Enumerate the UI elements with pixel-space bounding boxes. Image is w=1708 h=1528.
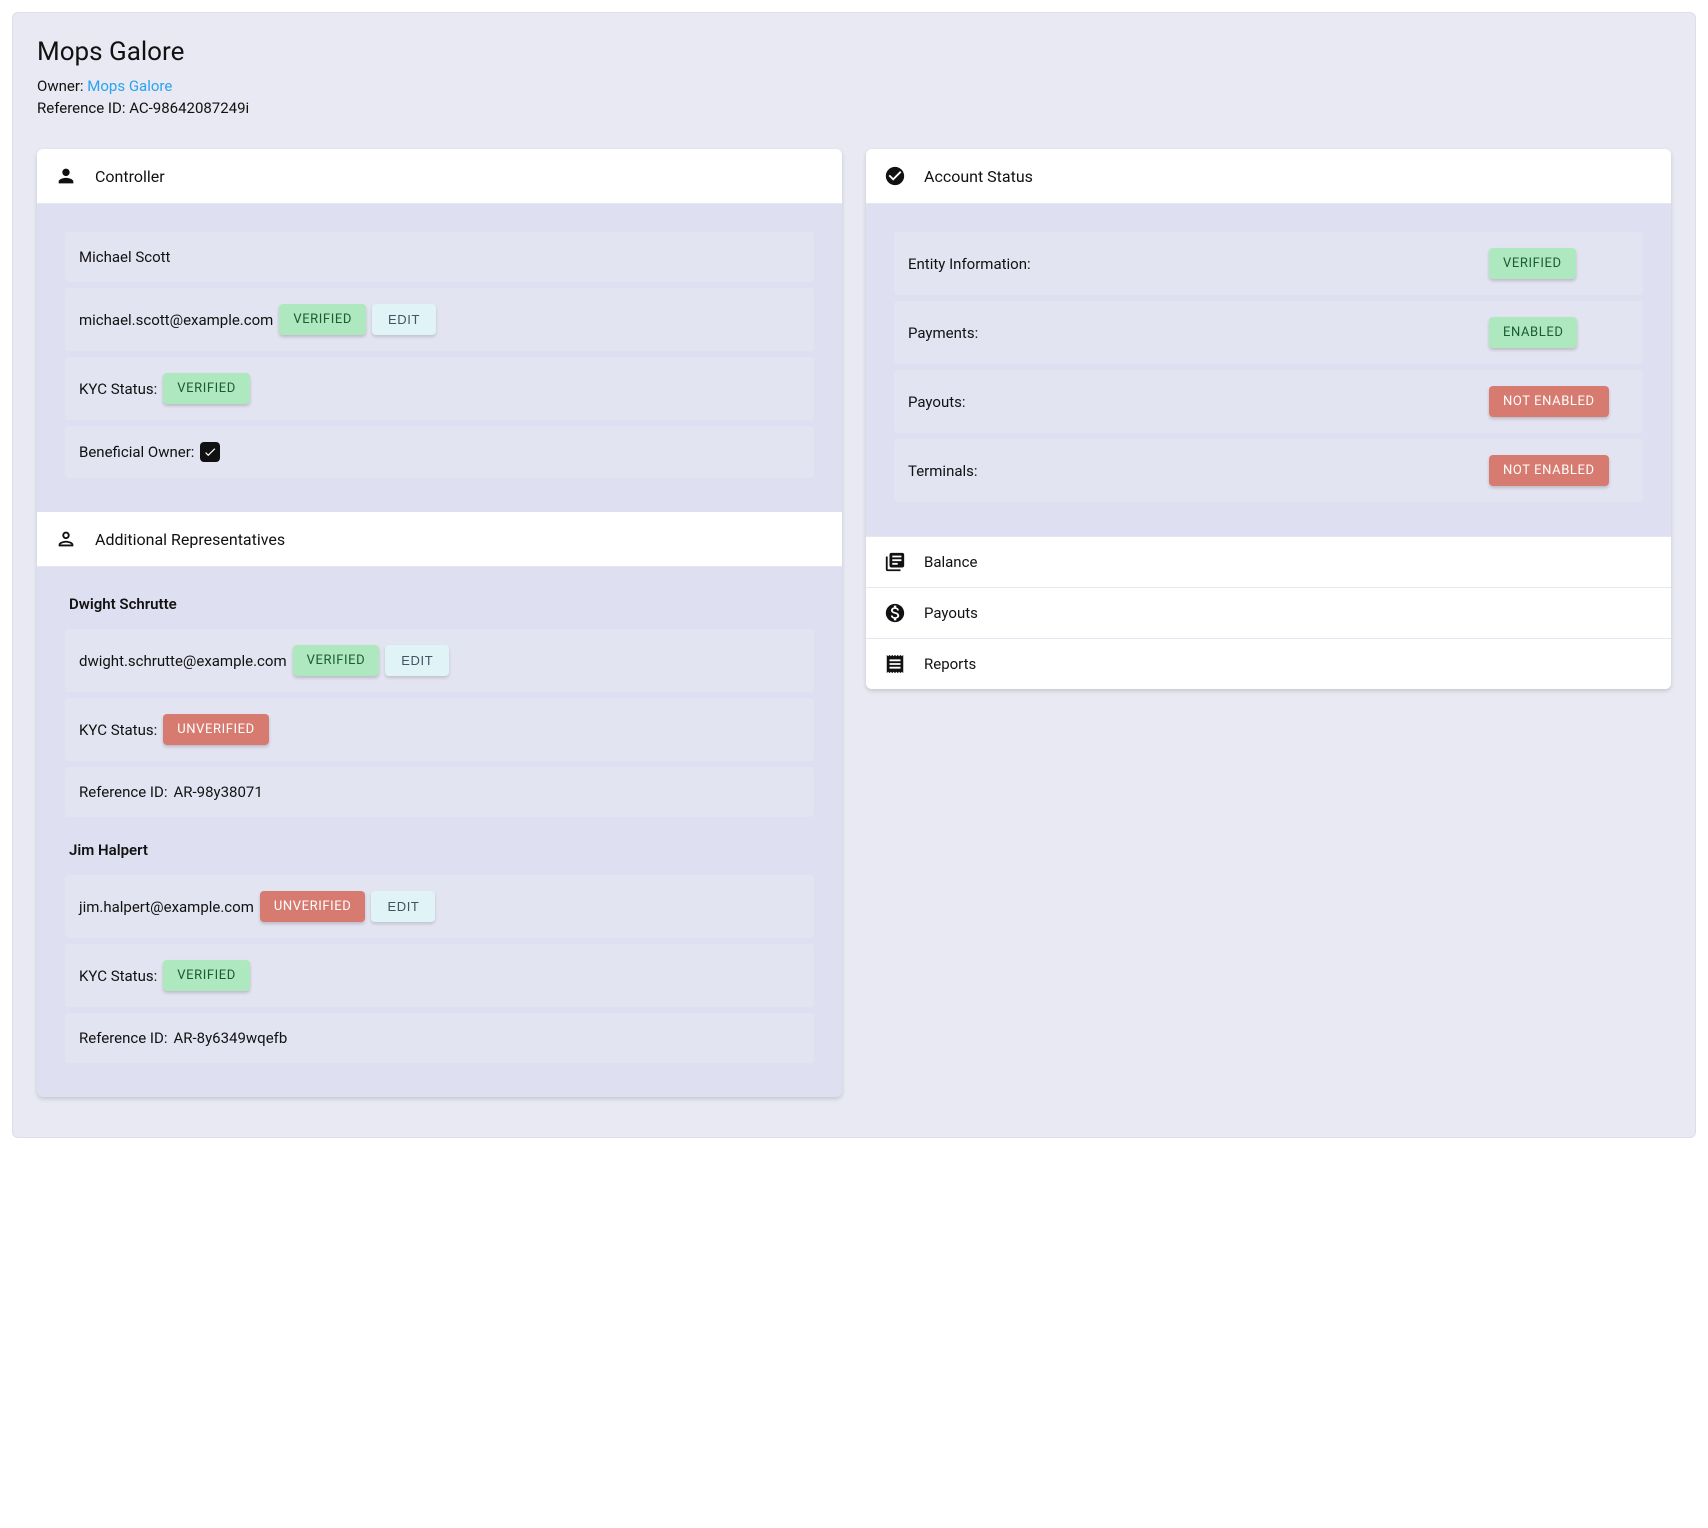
rep-email-status-badge: UNVERIFIED: [260, 891, 366, 922]
library-books-icon: [884, 551, 906, 573]
account-status-body: Entity Information: VERIFIED Payments: E…: [866, 204, 1671, 536]
person-outline-icon: [55, 528, 77, 550]
status-badge: ENABLED: [1489, 317, 1577, 348]
status-row-payouts: Payouts: NOT ENABLED: [894, 370, 1643, 433]
controller-name-row: Michael Scott: [65, 232, 814, 282]
status-row-terminals: Terminals: NOT ENABLED: [894, 439, 1643, 502]
rep-email: dwight.schrutte@example.com: [79, 652, 287, 670]
monetization-icon: [884, 602, 906, 624]
rep-email-status-badge: VERIFIED: [293, 645, 380, 676]
rep-kyc-label: KYC Status:: [79, 721, 157, 739]
rep-edit-button[interactable]: EDIT: [385, 645, 449, 676]
owner-line: Owner: Mops Galore: [37, 77, 1671, 95]
additional-reps-label: Additional Representatives: [95, 530, 285, 549]
rep-ref-value: AR-98y38071: [173, 783, 262, 801]
reference-line: Reference ID: AC-98642087249i: [37, 99, 1671, 117]
status-row-entity: Entity Information: VERIFIED: [894, 232, 1643, 295]
controller-label: Controller: [95, 167, 165, 186]
additional-reps-header[interactable]: Additional Representatives: [37, 512, 842, 567]
columns: Controller Michael Scott michael.scott@e…: [37, 149, 1671, 1097]
controller-card: Controller Michael Scott michael.scott@e…: [37, 149, 842, 1097]
rep-ref-value: AR-8y6349wqefb: [173, 1029, 287, 1047]
left-column: Controller Michael Scott michael.scott@e…: [37, 149, 842, 1097]
status-row-label: Payouts:: [908, 393, 966, 411]
rep-ref-row: Reference ID: AR-98y38071: [65, 767, 814, 817]
accordion-payouts[interactable]: Payouts: [866, 587, 1671, 638]
controller-email-row: michael.scott@example.com VERIFIED EDIT: [65, 288, 814, 351]
status-badge: NOT ENABLED: [1489, 455, 1609, 486]
person-icon: [55, 165, 77, 187]
account-status-header[interactable]: Account Status: [866, 149, 1671, 204]
account-status-label: Account Status: [924, 167, 1033, 186]
rep-email-row: jim.halpert@example.com UNVERIFIED EDIT: [65, 875, 814, 938]
accordion-label: Payouts: [924, 604, 978, 622]
page-title: Mops Galore: [37, 37, 1671, 67]
rep-ref-label: Reference ID:: [79, 783, 167, 801]
rep-email-row: dwight.schrutte@example.com VERIFIED EDI…: [65, 629, 814, 692]
controller-header[interactable]: Controller: [37, 149, 842, 204]
beneficial-owner-checkbox[interactable]: [200, 442, 220, 462]
rep-email: jim.halpert@example.com: [79, 898, 254, 916]
rep-name: Dwight Schrutte: [69, 595, 814, 613]
additional-reps-body: Dwight Schrutte dwight.schrutte@example.…: [37, 567, 842, 1097]
controller-beneficial-label: Beneficial Owner:: [79, 443, 194, 461]
controller-email-status-badge: VERIFIED: [279, 304, 366, 335]
rep-kyc-row: KYC Status: UNVERIFIED: [65, 698, 814, 761]
controller-kyc-row: KYC Status: VERIFIED: [65, 357, 814, 420]
reference-label: Reference ID:: [37, 99, 129, 117]
controller-kyc-badge: VERIFIED: [163, 373, 250, 404]
rep-kyc-row: KYC Status: VERIFIED: [65, 944, 814, 1007]
accordion-reports[interactable]: Reports: [866, 638, 1671, 689]
rep-name: Jim Halpert: [69, 841, 814, 859]
status-row-label: Entity Information:: [908, 255, 1031, 273]
accordion-label: Balance: [924, 553, 977, 571]
accordion-label: Reports: [924, 655, 976, 673]
check-circle-icon: [884, 165, 906, 187]
rep-edit-button[interactable]: EDIT: [371, 891, 435, 922]
controller-edit-button[interactable]: EDIT: [372, 304, 436, 335]
controller-beneficial-row: Beneficial Owner:: [65, 426, 814, 478]
receipt-icon: [884, 653, 906, 675]
status-row-label: Terminals:: [908, 462, 978, 480]
status-badge: NOT ENABLED: [1489, 386, 1609, 417]
account-status-card: Account Status Entity Information: VERIF…: [866, 149, 1671, 689]
owner-link[interactable]: Mops Galore: [87, 77, 172, 95]
page-container: Mops Galore Owner: Mops Galore Reference…: [12, 12, 1696, 1138]
accordion-balance[interactable]: Balance: [866, 536, 1671, 587]
rep-kyc-badge: VERIFIED: [163, 960, 250, 991]
controller-kyc-label: KYC Status:: [79, 380, 157, 398]
reference-value: AC-98642087249i: [129, 99, 249, 117]
status-badge: VERIFIED: [1489, 248, 1576, 279]
rep-kyc-badge: UNVERIFIED: [163, 714, 269, 745]
controller-name: Michael Scott: [79, 248, 170, 266]
controller-email: michael.scott@example.com: [79, 311, 273, 329]
right-column: Account Status Entity Information: VERIF…: [866, 149, 1671, 689]
rep-ref-label: Reference ID:: [79, 1029, 167, 1047]
owner-label: Owner:: [37, 77, 87, 95]
controller-body: Michael Scott michael.scott@example.com …: [37, 204, 842, 512]
rep-ref-row: Reference ID: AR-8y6349wqefb: [65, 1013, 814, 1063]
rep-kyc-label: KYC Status:: [79, 967, 157, 985]
status-row-payments: Payments: ENABLED: [894, 301, 1643, 364]
status-row-label: Payments:: [908, 324, 978, 342]
